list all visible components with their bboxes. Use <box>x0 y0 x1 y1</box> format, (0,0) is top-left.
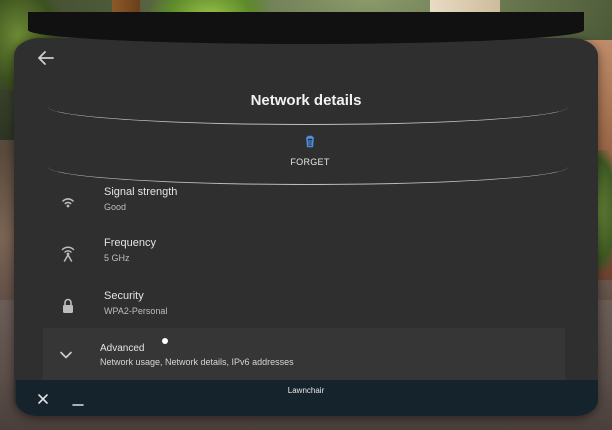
advanced-expander[interactable]: Advanced Network usage, Network details,… <box>43 328 565 380</box>
window-app-name: Lawnchair <box>287 386 325 395</box>
arrow-left-icon <box>38 51 54 65</box>
detail-value: WPA2-Personal <box>104 306 168 316</box>
panel-top-frame <box>28 12 584 44</box>
detail-row-frequency: Frequency 5 GHz <box>44 231 566 277</box>
detail-title: Security <box>104 290 144 302</box>
antenna-icon <box>61 246 75 262</box>
detail-value: 5 GHz <box>104 253 130 263</box>
detail-row-security: Security WPA2-Personal <box>44 284 566 330</box>
advanced-title: Advanced <box>100 343 145 354</box>
pointer-cursor <box>162 338 168 344</box>
detail-row-signal-strength: Signal strength Good <box>44 180 566 226</box>
chevron-down-icon <box>60 351 72 359</box>
minimize-icon <box>72 404 84 406</box>
detail-title: Signal strength <box>104 186 178 198</box>
trash-icon <box>306 135 314 148</box>
back-button[interactable] <box>36 49 56 67</box>
detail-value: Good <box>104 202 127 212</box>
lock-icon <box>63 298 73 313</box>
detail-title: Frequency <box>104 237 156 249</box>
wifi-icon <box>62 198 74 208</box>
advanced-subtitle: Network usage, Network details, IPv6 add… <box>100 357 294 367</box>
